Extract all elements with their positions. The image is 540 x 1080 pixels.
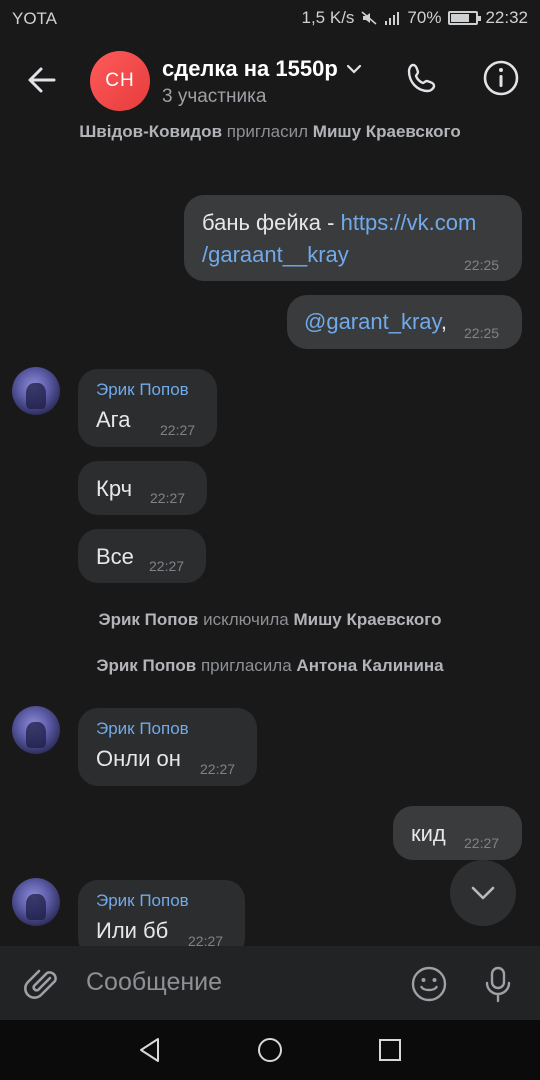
message-author[interactable]: Эрик Попов [96, 891, 189, 911]
message-text: Ага [96, 407, 131, 432]
system-target[interactable]: Мишу Краевского [293, 610, 441, 629]
nav-recents-icon[interactable] [376, 1036, 404, 1064]
clock: 22:32 [485, 8, 528, 27]
system-message: Эрик Попов исключила Мишу Краевского [20, 608, 520, 631]
chevron-down-icon [346, 64, 361, 74]
message-text: Крч [96, 476, 133, 501]
chevron-down-icon [471, 886, 495, 900]
smile-icon[interactable] [408, 963, 450, 1005]
message-time: 22:27 [464, 835, 500, 851]
message-time: 22:27 [200, 761, 236, 777]
status-bar: YOTA 1,5 K/s 70% 22:32 [0, 0, 540, 36]
avatar[interactable] [12, 367, 60, 415]
message-time: 22:27 [160, 422, 196, 438]
avatar[interactable] [12, 878, 60, 926]
system-navigation-bar [0, 1020, 540, 1080]
incoming-message[interactable]: Все 22:27 [78, 529, 206, 583]
battery-percent: 70% [407, 8, 442, 27]
message-text: Все [96, 544, 134, 569]
chat-members-count: 3 участника [162, 86, 267, 107]
battery-icon [448, 11, 482, 25]
message-composer: Сообщение [0, 946, 540, 1020]
phone-icon[interactable] [400, 56, 444, 100]
mention-link[interactable]: @garant_kray [304, 309, 441, 334]
incoming-message[interactable]: Крч 22:27 [78, 461, 207, 515]
system-action: пригласила [200, 656, 292, 675]
system-actor[interactable]: Эрик Попов [96, 656, 196, 675]
message-author[interactable]: Эрик Попов [96, 719, 189, 739]
incoming-message[interactable]: Эрик Попов Онли он 22:27 [78, 708, 257, 786]
microphone-icon[interactable] [478, 962, 518, 1006]
carrier-label: YOTA [12, 9, 58, 28]
system-action: исключила [203, 610, 289, 629]
message-text: бань фейка - https://vk.com /garaant__kr… [202, 207, 476, 271]
message-text-prefix: бань фейка - [202, 210, 341, 235]
message-time: 22:27 [149, 558, 185, 574]
nav-home-icon[interactable] [256, 1036, 284, 1064]
chat-title-text: сделка на 1550р [162, 56, 338, 81]
message-time: 22:25 [464, 257, 500, 273]
chat-title[interactable]: сделка на 1550р [162, 56, 362, 82]
system-message: Эрик Попов пригласила Антона Калинина [20, 654, 520, 677]
message-link-cont[interactable]: /garaant__kray [202, 242, 349, 267]
message-time: 22:27 [150, 490, 186, 506]
scroll-down-button[interactable] [450, 860, 516, 926]
message-input[interactable]: Сообщение [86, 968, 222, 997]
status-bar-right: 1,5 K/s 70% 22:32 [302, 8, 529, 28]
avatar[interactable] [12, 706, 60, 754]
system-action: пригласил [226, 122, 309, 141]
network-speed: 1,5 K/s [301, 8, 355, 27]
outgoing-message[interactable]: кид 22:27 [393, 806, 522, 860]
message-text-suffix: , [440, 309, 448, 334]
incoming-message[interactable]: Эрик Попов Ага 22:27 [78, 369, 217, 447]
outgoing-message[interactable]: бань фейка - https://vk.com /garaant__kr… [184, 195, 522, 281]
signal-icon [385, 12, 400, 25]
system-message: Швідов-Ковидов пригласил Мишу Краевского [20, 120, 520, 143]
system-actor[interactable]: Швідов-Ковидов [79, 122, 222, 141]
message-text: Или бб [96, 918, 169, 943]
system-target[interactable]: Мишу Краевского [313, 122, 461, 141]
nav-back-icon[interactable] [136, 1036, 164, 1064]
chat-avatar[interactable]: СН [90, 51, 150, 111]
arrow-left-icon[interactable] [22, 60, 62, 100]
system-actor[interactable]: Эрик Попов [98, 610, 198, 629]
message-text: кид [411, 821, 446, 846]
mute-icon [361, 11, 377, 25]
message-author[interactable]: Эрик Попов [96, 380, 189, 400]
system-target[interactable]: Антона Калинина [296, 656, 443, 675]
message-link[interactable]: https://vk.com [341, 210, 477, 235]
message-text: Онли он [96, 746, 181, 771]
outgoing-message[interactable]: @garant_kray, 22:25 [287, 295, 522, 349]
chat-header: СН сделка на 1550р 3 участника [0, 36, 540, 120]
message-text: @garant_kray, [304, 306, 447, 338]
info-icon[interactable] [479, 56, 523, 100]
message-time: 22:25 [464, 325, 500, 341]
paperclip-icon[interactable] [22, 964, 62, 1004]
